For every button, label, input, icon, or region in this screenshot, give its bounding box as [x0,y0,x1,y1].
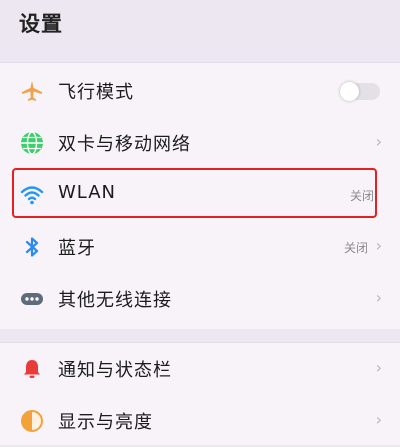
page-title: 设置 [19,12,63,36]
globe-icon [20,131,44,155]
chevron-right-icon: › [375,410,382,429]
display-icon [20,409,44,433]
bluetooth-status-value: 关闭 [343,241,368,255]
settings-item-bluetooth[interactable]: 蓝牙 关闭 › [0,221,400,273]
settings-item-label: 蓝牙 [58,238,96,259]
settings-item-label: 飞行模式 [58,82,134,103]
bluetooth-icon [20,235,44,259]
settings-group-display: 通知与状态栏 › 显示与亮度 › [0,342,400,445]
settings-item-display-brightness[interactable]: 显示与亮度 › [0,395,400,447]
chevron-right-icon: › [375,288,382,307]
settings-item-label: 其他无线连接 [58,290,172,311]
settings-item-label: 通知与状态栏 [58,360,172,381]
settings-item-label: 显示与亮度 [58,412,153,433]
chevron-right-icon: › [375,132,382,151]
wlan-highlight-box [12,168,377,218]
airplane-icon [20,79,44,103]
settings-item-other-wireless[interactable]: 其他无线连接 › [0,273,400,325]
chevron-right-icon: › [375,358,382,377]
toggle-knob [340,82,359,101]
bell-icon [20,357,44,381]
more-icon [20,287,44,311]
settings-item-airplane-mode[interactable]: 飞行模式 [0,65,400,117]
settings-item-label: 双卡与移动网络 [58,134,191,155]
settings-item-notifications[interactable]: 通知与状态栏 › [0,343,400,395]
chevron-right-icon: › [375,236,382,255]
settings-item-dual-sim-mobile-network[interactable]: 双卡与移动网络 › [0,117,400,169]
airplane-mode-toggle[interactable] [340,82,380,101]
